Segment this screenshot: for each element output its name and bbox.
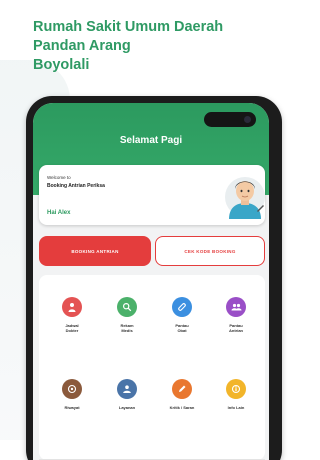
menu-label: Riwayat: [47, 405, 97, 410]
camera-notch: [204, 112, 256, 127]
info-icon: [226, 379, 246, 399]
menu-grid: Jadwal Dokter Rekam Medis Pantau Obat Pa…: [39, 275, 265, 460]
menu-jadwal-dokter[interactable]: Jadwal Dokter: [47, 297, 97, 333]
menu-label: Info Lain: [211, 405, 261, 410]
menu-label: Rekam Medis: [102, 323, 152, 333]
menu-pantau-antrian[interactable]: Pantau Antrian: [211, 297, 261, 333]
search-icon: [117, 297, 137, 317]
menu-riwayat[interactable]: Riwayat: [47, 379, 97, 410]
menu-label-line: Antrian: [229, 328, 243, 333]
menu-label-line: Kritik / Saran: [169, 405, 195, 410]
menu-rekam-medis[interactable]: Rekam Medis: [102, 297, 152, 333]
menu-label-line: Layanan: [118, 405, 136, 410]
cek-kode-booking-button[interactable]: CEK KODE BOOKING: [155, 236, 265, 266]
user-name: Hai Alex: [47, 210, 71, 216]
menu-label-line: Riwayat: [64, 405, 80, 410]
menu-label: Jadwal Dokter: [47, 323, 97, 333]
menu-label: Pantau Obat: [157, 323, 207, 333]
greeting-text: Selamat Pagi: [119, 135, 183, 146]
menu-label: Kritik / Saran: [157, 405, 207, 410]
welcome-label: Welcome to: [47, 175, 71, 180]
menu-label-line: Dokter: [65, 328, 79, 333]
welcome-subtitle: Booking Antrian Periksa: [47, 183, 105, 189]
title-line-2: Pandan Arang: [33, 38, 131, 54]
menu-label-line: Obat: [177, 328, 187, 333]
menu-label: Layanan: [102, 405, 152, 410]
menu-layanan[interactable]: Layanan: [102, 379, 152, 410]
people-icon: [226, 297, 246, 317]
title-line-1: Rumah Sakit Umum Daerah: [33, 19, 224, 35]
hospital-title: Rumah Sakit Umum Daerah Pandan Arang Boy…: [33, 18, 269, 75]
menu-kritik-saran[interactable]: Kritik / Saran: [157, 379, 207, 410]
service-icon: [117, 379, 137, 399]
camera-lens-icon: [244, 116, 251, 123]
app-screen: Selamat Pagi Welcome to Booking Antrian …: [33, 103, 269, 460]
feedback-icon: [172, 379, 192, 399]
welcome-card: Welcome to Booking Antrian Periksa Hai A…: [39, 165, 265, 225]
menu-info-lain[interactable]: Info Lain: [211, 379, 261, 410]
menu-label-line: Info Lain: [227, 405, 245, 410]
title-line-3: Boyolali: [33, 57, 90, 73]
avatar[interactable]: [221, 171, 265, 219]
pill-icon: [172, 297, 192, 317]
menu-pantau-obat[interactable]: Pantau Obat: [157, 297, 207, 333]
booking-antrian-button[interactable]: BOOKING ANTRIAN: [39, 236, 151, 266]
menu-label-line: Medis: [121, 328, 133, 333]
doctor-icon: [62, 297, 82, 317]
menu-label: Pantau Antrian: [211, 323, 261, 333]
history-icon: [62, 379, 82, 399]
